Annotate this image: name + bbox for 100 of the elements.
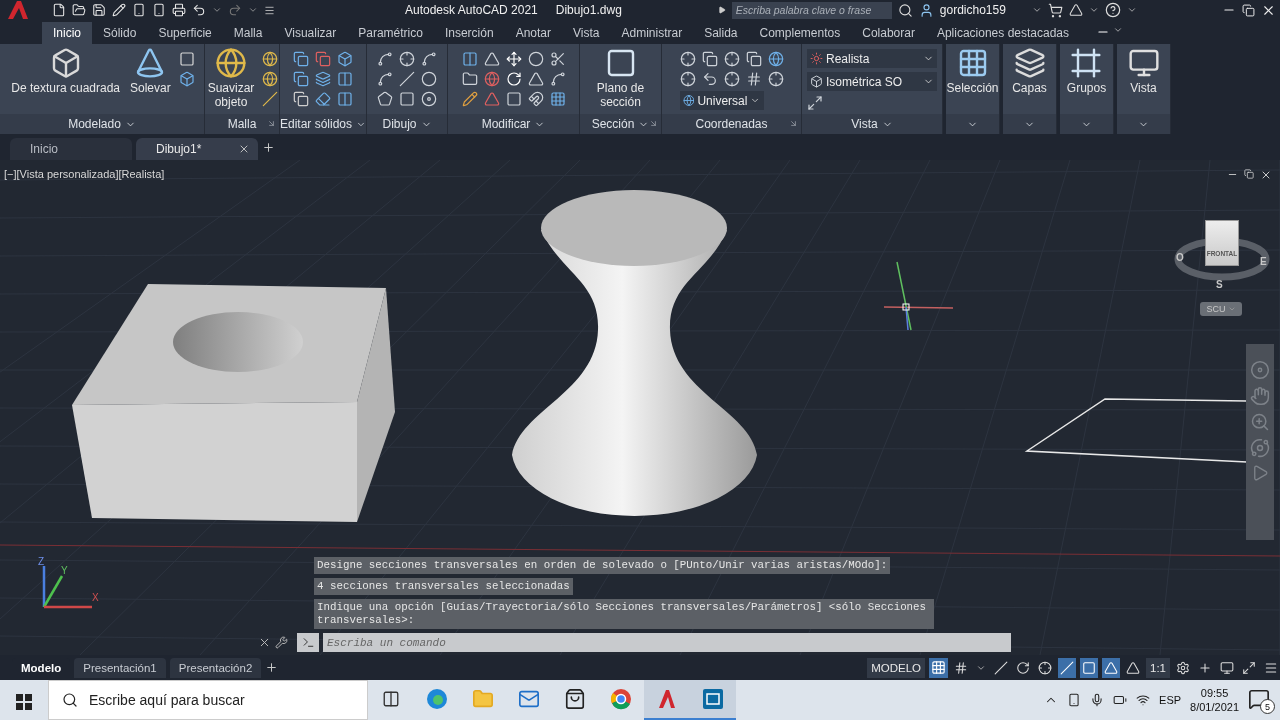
square-icon[interactable] <box>505 91 522 107</box>
taskbar-search-field[interactable]: Escribe aquí para buscar <box>48 680 368 720</box>
frame-icon[interactable] <box>1070 47 1103 79</box>
customize-icon[interactable] <box>264 4 275 16</box>
globe-icon[interactable] <box>215 47 247 79</box>
globe-icon[interactable] <box>483 71 500 87</box>
scale-button[interactable]: 1:1 <box>1146 657 1170 678</box>
user-name[interactable]: gordicho159 <box>939 3 1006 17</box>
panel-title[interactable]: Vista <box>851 117 878 131</box>
help-icon[interactable] <box>1104 2 1121 18</box>
layers-icon[interactable] <box>1013 47 1046 79</box>
print-icon[interactable] <box>172 3 186 17</box>
phone-icon[interactable] <box>1067 693 1082 707</box>
undo-icon[interactable] <box>192 3 206 17</box>
save-icon[interactable] <box>92 3 106 17</box>
crosshair-icon[interactable] <box>399 51 415 67</box>
globe-icon[interactable] <box>262 71 279 87</box>
circle-icon[interactable] <box>527 51 544 67</box>
ribbon-button[interactable]: Vista <box>1125 47 1162 95</box>
rotate-icon[interactable] <box>505 71 522 87</box>
search-field[interactable]: Escriba palabra clave o frase <box>731 1 892 19</box>
caret-icon[interactable] <box>1088 5 1099 15</box>
ellipse-icon[interactable] <box>421 91 437 107</box>
caret-icon[interactable] <box>248 5 258 15</box>
box-icon[interactable] <box>178 71 195 87</box>
plus-icon[interactable] <box>1198 660 1212 675</box>
ribbon-tab[interactable]: Malla <box>222 22 274 44</box>
task-view-icon[interactable] <box>382 690 400 708</box>
ribbon-tab[interactable]: Inicio <box>42 22 92 44</box>
browser-icon[interactable] <box>426 688 448 710</box>
device-icon[interactable] <box>132 3 146 17</box>
snap-icon[interactable] <box>954 660 968 675</box>
new-layout-icon[interactable] <box>265 661 279 674</box>
device-icon[interactable] <box>152 3 166 17</box>
ribbon-tab[interactable]: Aplicaciones destacadas <box>925 22 1080 44</box>
menu-icon[interactable] <box>1264 660 1278 675</box>
globe-icon[interactable] <box>262 51 279 67</box>
copy-icon[interactable] <box>293 91 309 107</box>
microphone-icon[interactable] <box>1090 693 1105 707</box>
view-dropdown[interactable]: Realista <box>807 49 937 68</box>
monitor-icon[interactable] <box>1220 660 1234 675</box>
ribbon-tab[interactable]: Salida <box>693 22 749 44</box>
viewport-label[interactable]: [−][Vista personalizada][Realista] <box>4 168 165 180</box>
clock-time[interactable]: 09:55 <box>1200 687 1229 699</box>
ribbon-button[interactable]: De textura cuadrada <box>9 47 122 95</box>
view-dropdown[interactable]: Isométrica SO <box>807 72 937 91</box>
wifi-icon[interactable] <box>1136 693 1151 707</box>
line-icon[interactable] <box>399 71 415 87</box>
close-icon[interactable] <box>1260 169 1272 181</box>
copy-icon[interactable] <box>315 51 331 67</box>
language-indicator[interactable]: ESP <box>1159 694 1182 706</box>
mail-icon[interactable] <box>518 688 540 710</box>
file-tab[interactable]: Dibujo1* <box>136 138 258 160</box>
ribbon-tab[interactable]: Superficie <box>147 22 223 44</box>
ribbon-tab[interactable]: Anotar <box>504 22 562 44</box>
folder-icon[interactable] <box>72 3 86 17</box>
app-logo[interactable] <box>657 689 677 709</box>
restore-icon[interactable] <box>1244 169 1254 179</box>
view-dropdown[interactable]: Universal <box>679 91 764 110</box>
new-file-icon[interactable] <box>52 3 66 17</box>
battery-icon[interactable] <box>1113 693 1128 707</box>
globe-icon[interactable] <box>767 51 784 67</box>
redo-icon[interactable] <box>228 3 242 17</box>
box-icon[interactable] <box>337 51 353 67</box>
layout-tab[interactable]: Presentación2 <box>169 657 262 678</box>
layout-tab[interactable]: Presentación1 <box>74 657 166 678</box>
close-icon[interactable] <box>238 143 250 155</box>
settings-icon[interactable] <box>275 636 288 649</box>
ribbon-button[interactable]: Suavizar objeto <box>205 47 257 109</box>
new-tab-icon[interactable] <box>262 140 275 154</box>
eraser-icon[interactable] <box>315 91 331 107</box>
curve-icon[interactable] <box>377 51 393 67</box>
folder-icon[interactable] <box>461 71 478 87</box>
settings-icon[interactable] <box>1176 660 1190 675</box>
circle-icon[interactable] <box>421 71 437 87</box>
caret-icon[interactable] <box>1031 5 1042 15</box>
slash-icon[interactable] <box>262 91 279 107</box>
restore-icon[interactable] <box>1242 3 1255 17</box>
layers-icon[interactable] <box>315 71 331 87</box>
monitor-icon[interactable] <box>1127 47 1160 79</box>
ribbon-tab[interactable]: Vista <box>562 22 611 44</box>
ribbon-button[interactable]: Plano de sección <box>584 47 657 109</box>
scissors-icon[interactable] <box>549 51 566 67</box>
curve-icon[interactable] <box>421 51 437 67</box>
copy-icon[interactable] <box>293 71 309 87</box>
ribbon-button[interactable]: Grupos <box>1064 47 1109 95</box>
pencil-icon[interactable] <box>461 91 478 107</box>
ribbon-button[interactable]: Capas <box>1010 47 1049 95</box>
ribbon-tab[interactable]: Inserción <box>433 22 505 44</box>
command-input[interactable]: Escriba un comando <box>323 633 1011 652</box>
notifications-icon[interactable] <box>1248 688 1270 710</box>
caret-icon[interactable] <box>1113 25 1123 35</box>
columns-icon[interactable] <box>337 71 353 87</box>
curve-icon[interactable] <box>549 71 566 87</box>
curve-icon[interactable] <box>377 71 393 87</box>
file-tab[interactable]: Inicio <box>10 138 132 160</box>
ribbon-button[interactable]: Solevar <box>128 47 173 95</box>
ribbon-tab[interactable]: Visualizar <box>273 22 348 44</box>
command-prompt-icon[interactable] <box>297 633 319 652</box>
magnet-icon[interactable] <box>527 91 544 107</box>
